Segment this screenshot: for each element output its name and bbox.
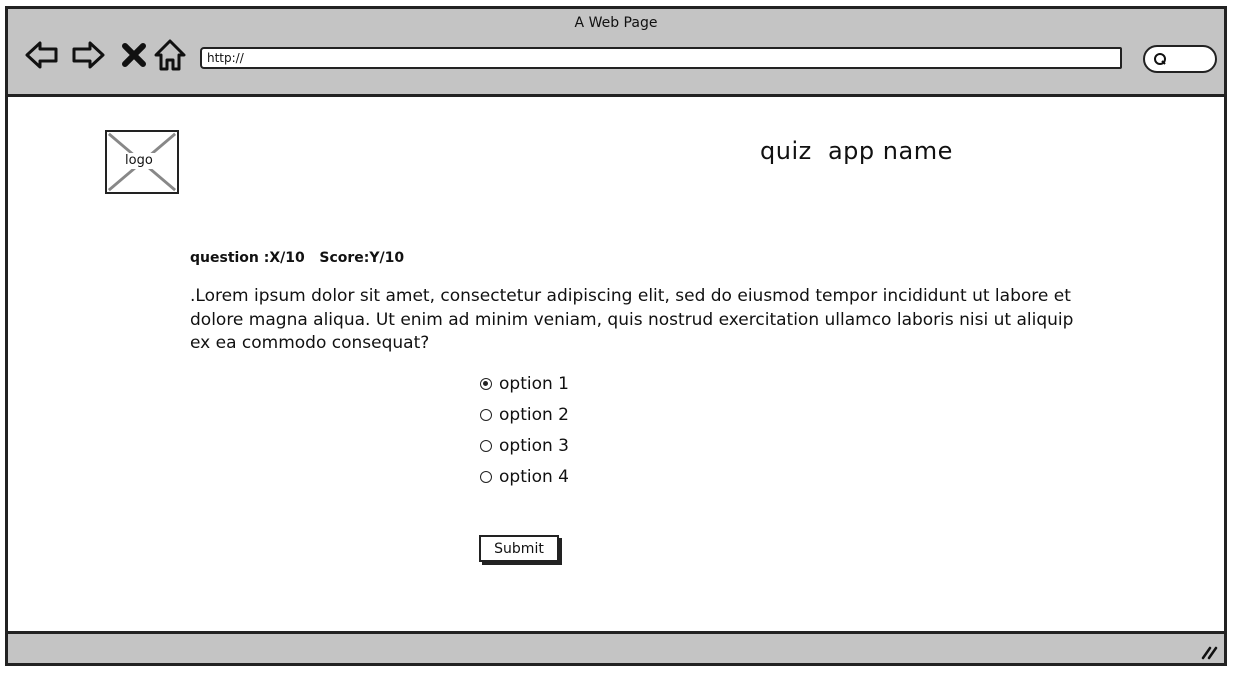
option-label: option 3: [499, 435, 569, 456]
back-arrow-icon[interactable]: [24, 37, 60, 73]
resize-grip-icon[interactable]: [1200, 644, 1218, 660]
answer-option[interactable]: option 2: [480, 399, 569, 430]
browser-window: A Web Page http:// logo quiz app name qu…: [5, 6, 1227, 666]
option-label: option 2: [499, 404, 569, 425]
radio-icon[interactable]: [480, 408, 492, 421]
home-icon[interactable]: [152, 37, 188, 73]
app-name: quiz app name: [760, 137, 953, 165]
browser-toolbar: A Web Page http://: [8, 9, 1224, 97]
logo: logo: [105, 130, 179, 194]
window-title: A Web Page: [574, 15, 658, 31]
answer-options: option 1 option 2 option 3 option 4: [480, 368, 569, 492]
radio-icon[interactable]: [480, 470, 492, 483]
answer-option[interactable]: option 4: [480, 461, 569, 492]
close-icon[interactable]: [116, 37, 152, 73]
search-icon: [1154, 53, 1166, 65]
url-bar[interactable]: http://: [200, 47, 1122, 69]
browser-status-bar: [8, 631, 1224, 663]
quiz-status: question :X/10 Score:Y/10: [190, 250, 405, 266]
logo-label: logo: [123, 153, 155, 169]
option-label: option 1: [499, 373, 569, 394]
question-text: .Lorem ipsum dolor sit amet, consectetur…: [190, 286, 1074, 353]
option-label: option 4: [499, 466, 569, 487]
search-box[interactable]: [1143, 45, 1217, 73]
answer-option[interactable]: option 3: [480, 430, 569, 461]
radio-selected-icon[interactable]: [480, 377, 492, 390]
answer-option[interactable]: option 1: [480, 368, 569, 399]
forward-arrow-icon[interactable]: [70, 37, 106, 73]
submit-button[interactable]: Submit: [479, 535, 559, 562]
radio-icon[interactable]: [480, 439, 492, 452]
